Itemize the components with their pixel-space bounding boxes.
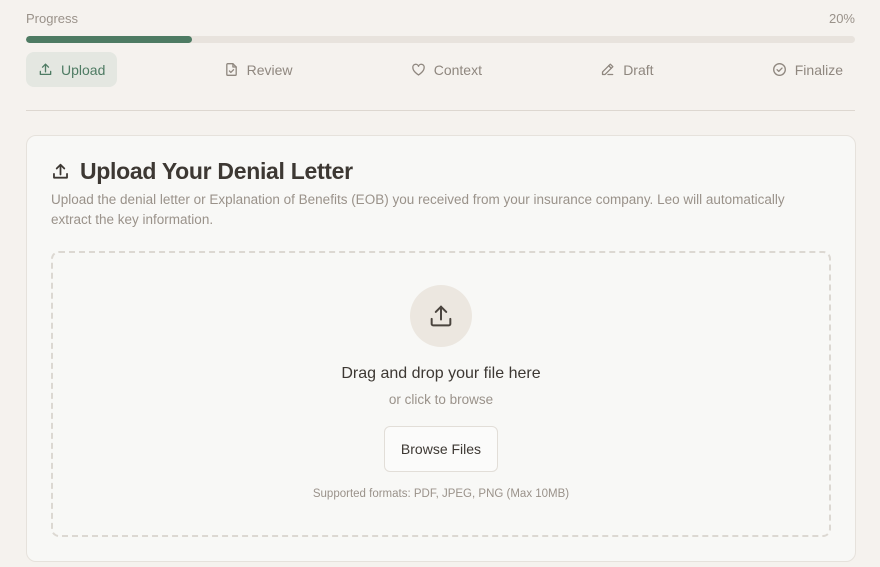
dropzone-icon-circle xyxy=(410,285,472,347)
browse-files-button[interactable]: Browse Files xyxy=(384,426,498,472)
pencil-icon xyxy=(602,63,614,76)
heart-icon xyxy=(411,63,425,76)
document-check-icon xyxy=(225,63,237,76)
step-context-label: Context xyxy=(433,61,482,78)
step-draft-label: Draft xyxy=(623,61,654,78)
appeal-wizard-page: Progress 20% Upload Review Context Draft… xyxy=(0,0,880,567)
supported-formats-note: Supported formats: PDF, JPEG, PNG (Max 1… xyxy=(312,488,570,500)
step-upload[interactable]: Upload xyxy=(26,52,118,87)
wizard-steps: Upload Review Context Draft Finalize xyxy=(26,52,855,87)
progress-bar-fill xyxy=(26,36,192,43)
header-divider xyxy=(26,110,855,111)
upload-card: Upload Your Denial Letter Upload the den… xyxy=(26,135,856,562)
file-dropzone[interactable]: Drag and drop your file here or click to… xyxy=(51,251,831,537)
upload-icon xyxy=(53,163,68,179)
progress-percent: 20% xyxy=(828,11,855,26)
dropzone-title: Drag and drop your file here xyxy=(341,365,541,382)
step-draft[interactable]: Draft xyxy=(588,52,665,87)
upload-icon xyxy=(430,305,452,327)
dropzone-subtitle: or click to browse xyxy=(388,392,494,407)
check-circle-icon xyxy=(772,63,786,76)
page-title: Upload Your Denial Letter xyxy=(80,158,353,184)
upload-icon xyxy=(39,63,52,76)
step-review-label: Review xyxy=(246,61,293,78)
progress-bar xyxy=(26,36,855,43)
upload-card-title: Upload Your Denial Letter xyxy=(51,158,353,185)
step-finalize[interactable]: Finalize xyxy=(760,52,855,87)
step-finalize-label: Finalize xyxy=(794,61,843,78)
upload-card-description: Upload the denial letter or Explanation … xyxy=(51,192,785,227)
step-upload-label: Upload xyxy=(61,61,106,78)
step-context[interactable]: Context xyxy=(399,52,494,87)
step-review[interactable]: Review xyxy=(212,52,305,87)
progress-header: Progress 20% xyxy=(26,11,855,26)
progress-label: Progress xyxy=(26,11,79,26)
